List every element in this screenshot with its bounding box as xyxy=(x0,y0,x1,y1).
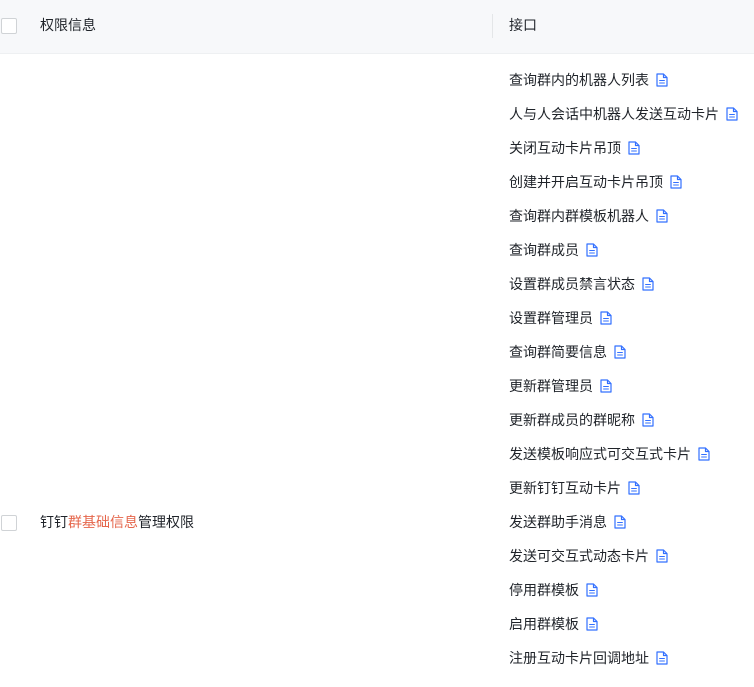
api-item: 关闭互动卡片吊顶 xyxy=(509,131,738,165)
api-link[interactable]: 停用群模板 xyxy=(509,580,579,600)
api-link[interactable]: 设置群管理员 xyxy=(509,308,593,328)
api-link[interactable]: 查询群简要信息 xyxy=(509,342,607,362)
api-link[interactable]: 查询群内群模板机器人 xyxy=(509,206,649,226)
permission-column-header: 权限信息 xyxy=(40,18,96,34)
api-item: 发送群助手消息 xyxy=(509,505,738,539)
doc-icon[interactable] xyxy=(656,209,668,223)
table-header: 权限信息 接口 xyxy=(0,0,754,54)
permission-name: 钉钉群基础信息管理权限 xyxy=(40,514,194,532)
api-link[interactable]: 创建并开启互动卡片吊顶 xyxy=(509,172,663,192)
permission-name-suffix: 管理权限 xyxy=(138,515,194,531)
api-link[interactable]: 查询群内的机器人列表 xyxy=(509,70,649,90)
api-item: 发送可交互式动态卡片 xyxy=(509,539,738,573)
api-item: 设置群管理员 xyxy=(509,301,738,335)
api-item: 查询群成员 xyxy=(509,233,738,267)
api-item: 查询群内群模板机器人 xyxy=(509,199,738,233)
column-divider[interactable] xyxy=(492,14,493,38)
api-link[interactable]: 启用群模板 xyxy=(509,614,579,634)
doc-icon[interactable] xyxy=(656,651,668,665)
select-all-checkbox[interactable] xyxy=(1,18,17,34)
doc-icon[interactable] xyxy=(614,515,626,529)
permission-name-highlight: 群基础信息 xyxy=(68,515,138,531)
api-link[interactable]: 查询群成员 xyxy=(509,240,579,260)
doc-icon[interactable] xyxy=(614,345,626,359)
api-link[interactable]: 关闭互动卡片吊顶 xyxy=(509,138,621,158)
api-item: 查询群内的机器人列表 xyxy=(509,63,738,97)
api-column-header: 接口 xyxy=(509,18,537,34)
doc-icon[interactable] xyxy=(670,175,682,189)
api-link[interactable]: 更新群管理员 xyxy=(509,376,593,396)
doc-icon[interactable] xyxy=(628,141,640,155)
api-item: 发送模板响应式可交互式卡片 xyxy=(509,437,738,471)
doc-icon[interactable] xyxy=(600,311,612,325)
doc-icon[interactable] xyxy=(586,583,598,597)
api-link[interactable]: 设置群成员禁言状态 xyxy=(509,274,635,294)
api-link[interactable]: 注册互动卡片回调地址 xyxy=(509,648,649,668)
row-checkbox[interactable] xyxy=(1,515,17,531)
api-link[interactable]: 发送可交互式动态卡片 xyxy=(509,546,649,566)
api-item: 设置群成员禁言状态 xyxy=(509,267,738,301)
api-item: 查询群简要信息 xyxy=(509,335,738,369)
permission-name-prefix: 钉钉 xyxy=(40,515,68,531)
api-link[interactable]: 更新钉钉互动卡片 xyxy=(509,478,621,498)
api-link[interactable]: 人与人会话中机器人发送互动卡片 xyxy=(509,104,719,124)
doc-icon[interactable] xyxy=(600,379,612,393)
api-link[interactable]: 发送模板响应式可交互式卡片 xyxy=(509,444,691,464)
api-item: 更新群管理员 xyxy=(509,369,738,403)
doc-icon[interactable] xyxy=(642,413,654,427)
doc-icon[interactable] xyxy=(656,73,668,87)
api-item: 注册互动卡片回调地址 xyxy=(509,641,738,675)
doc-icon[interactable] xyxy=(586,617,598,631)
doc-icon[interactable] xyxy=(628,481,640,495)
api-item: 启用群模板 xyxy=(509,607,738,641)
api-list: 查询群内的机器人列表 人与人会话中机器人发送互动卡片 关闭互动卡片吊顶 创建并开… xyxy=(509,63,738,675)
doc-icon[interactable] xyxy=(656,549,668,563)
api-item: 人与人会话中机器人发送互动卡片 xyxy=(509,97,738,131)
api-link[interactable]: 发送群助手消息 xyxy=(509,512,607,532)
api-item: 创建并开启互动卡片吊顶 xyxy=(509,165,738,199)
api-item: 更新群成员的群昵称 xyxy=(509,403,738,437)
doc-icon[interactable] xyxy=(726,107,738,121)
api-link[interactable]: 更新群成员的群昵称 xyxy=(509,410,635,430)
doc-icon[interactable] xyxy=(642,277,654,291)
api-item: 更新钉钉互动卡片 xyxy=(509,471,738,505)
api-item: 停用群模板 xyxy=(509,573,738,607)
doc-icon[interactable] xyxy=(698,447,710,461)
doc-icon[interactable] xyxy=(586,243,598,257)
